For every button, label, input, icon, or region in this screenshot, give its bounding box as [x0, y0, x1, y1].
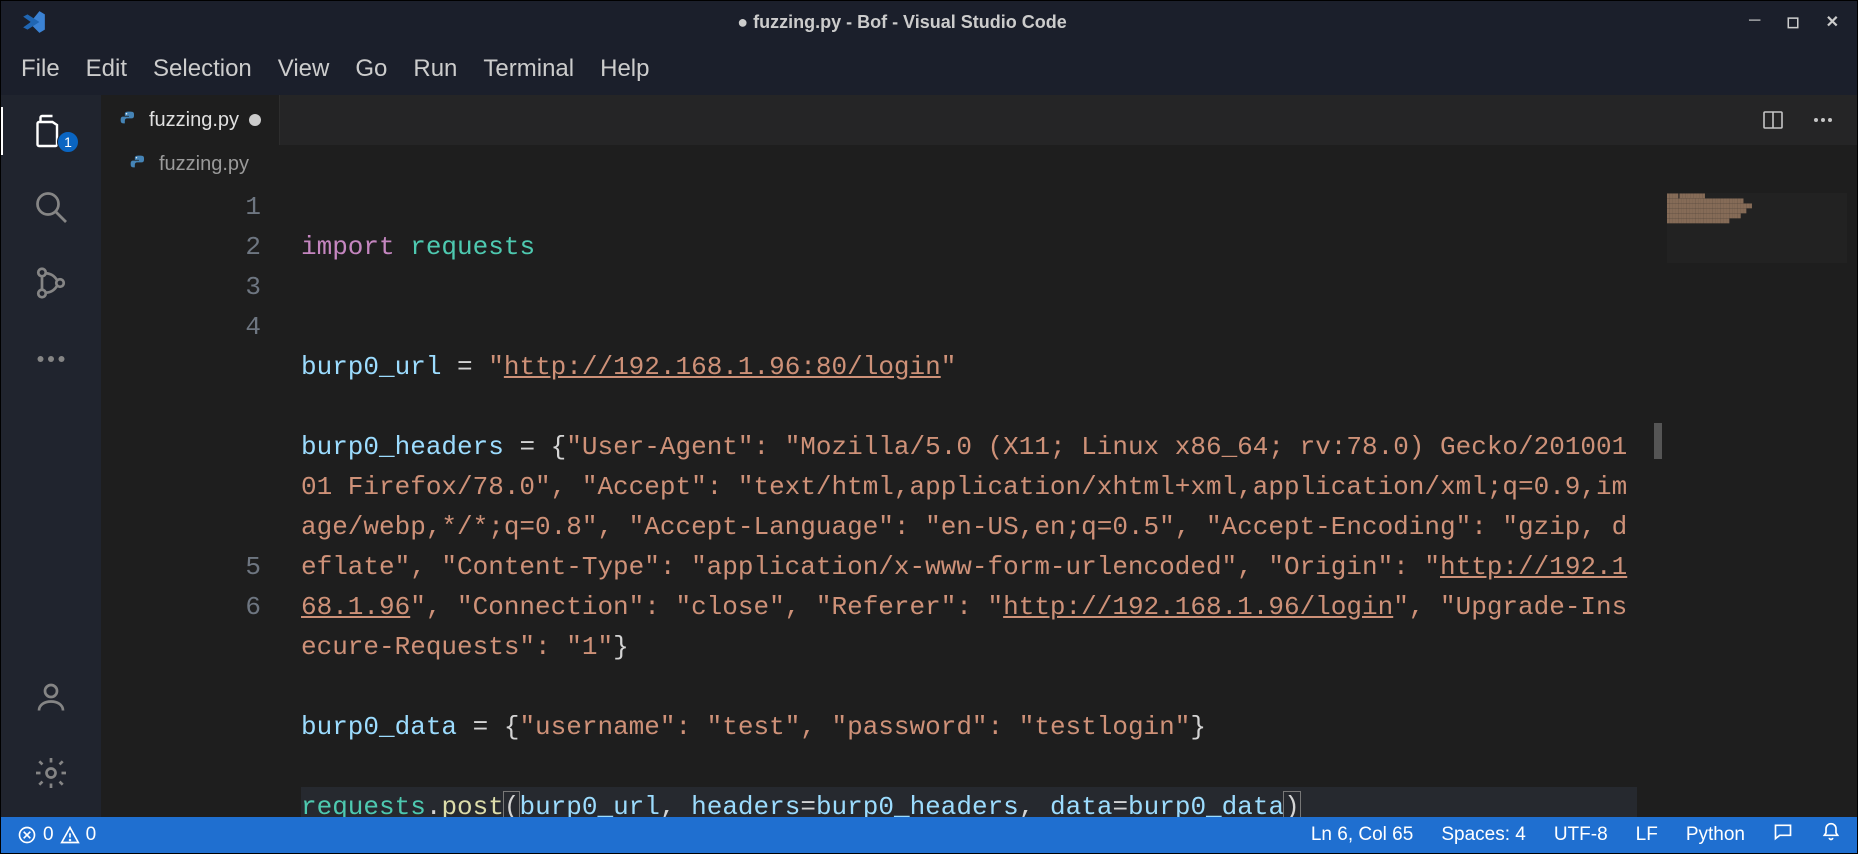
python-icon: [119, 110, 139, 130]
activitybar: 1: [1, 95, 101, 817]
status-encoding[interactable]: UTF-8: [1554, 824, 1608, 846]
tab-fuzzing[interactable]: fuzzing.py: [101, 95, 280, 145]
window-title: ● fuzzing.py - Bof - Visual Studio Code: [55, 12, 1749, 33]
overview-cursor: [1654, 423, 1662, 459]
more-actions-icon[interactable]: [1811, 108, 1835, 132]
explorer-badge: 1: [57, 131, 79, 153]
menu-file[interactable]: File: [21, 55, 60, 83]
titlebar: ● fuzzing.py - Bof - Visual Studio Code …: [1, 1, 1857, 43]
feedback-icon[interactable]: [1773, 822, 1793, 848]
status-language[interactable]: Python: [1686, 824, 1745, 846]
menu-view[interactable]: View: [278, 55, 330, 83]
editor[interactable]: 1 2 3 4 5 6 import requests burp0_url = …: [101, 183, 1857, 817]
menu-terminal[interactable]: Terminal: [483, 55, 574, 83]
tab-label: fuzzing.py: [149, 109, 239, 132]
settings-icon[interactable]: [1, 755, 101, 791]
code-line: requests.post(burp0_url, headers=burp0_h…: [301, 787, 1637, 817]
menu-help[interactable]: Help: [600, 55, 649, 83]
tab-dirty-indicator: [249, 114, 261, 126]
warning-icon: [60, 825, 80, 845]
tabbar: fuzzing.py: [101, 95, 1857, 145]
notifications-icon[interactable]: [1821, 822, 1841, 848]
code-content[interactable]: import requests burp0_url = "http://192.…: [301, 183, 1857, 817]
vscode-icon: [21, 9, 47, 35]
maximize-button[interactable]: ◻: [1786, 12, 1799, 32]
python-icon: [129, 154, 149, 174]
code-line: burp0_url = "http://192.168.1.96:80/logi…: [301, 347, 1637, 387]
source-control-icon[interactable]: [1, 265, 101, 301]
menu-run[interactable]: Run: [413, 55, 457, 83]
split-editor-icon[interactable]: [1761, 108, 1785, 132]
menubar: File Edit Selection View Go Run Terminal…: [1, 43, 1857, 95]
breadcrumb[interactable]: fuzzing.py: [101, 145, 1857, 183]
search-icon[interactable]: [1, 189, 101, 225]
status-cursor[interactable]: Ln 6, Col 65: [1311, 824, 1413, 846]
menu-go[interactable]: Go: [355, 55, 387, 83]
menu-edit[interactable]: Edit: [86, 55, 127, 83]
status-problems[interactable]: 0 0: [17, 824, 96, 846]
statusbar: 0 0 Ln 6, Col 65 Spaces: 4 UTF-8 LF Pyth…: [1, 817, 1857, 853]
status-indent[interactable]: Spaces: 4: [1441, 824, 1526, 846]
explorer-icon[interactable]: 1: [1, 113, 101, 149]
error-icon: [17, 825, 37, 845]
line-gutter: 1 2 3 4 5 6: [101, 183, 301, 817]
code-line: burp0_data = {"username": "test", "passw…: [301, 707, 1637, 747]
breadcrumb-file: fuzzing.py: [159, 153, 249, 176]
menu-selection[interactable]: Selection: [153, 55, 252, 83]
code-line: import requests: [301, 227, 1637, 267]
accounts-icon[interactable]: [1, 679, 101, 715]
minimap[interactable]: ████ ███████████████████████████████████…: [1667, 193, 1847, 263]
close-button[interactable]: ✕: [1826, 12, 1839, 32]
status-eol[interactable]: LF: [1636, 824, 1658, 846]
code-line: burp0_headers = {"User-Agent": "Mozilla/…: [301, 427, 1637, 667]
minimize-button[interactable]: ─: [1749, 12, 1760, 32]
more-icon[interactable]: [1, 341, 101, 377]
